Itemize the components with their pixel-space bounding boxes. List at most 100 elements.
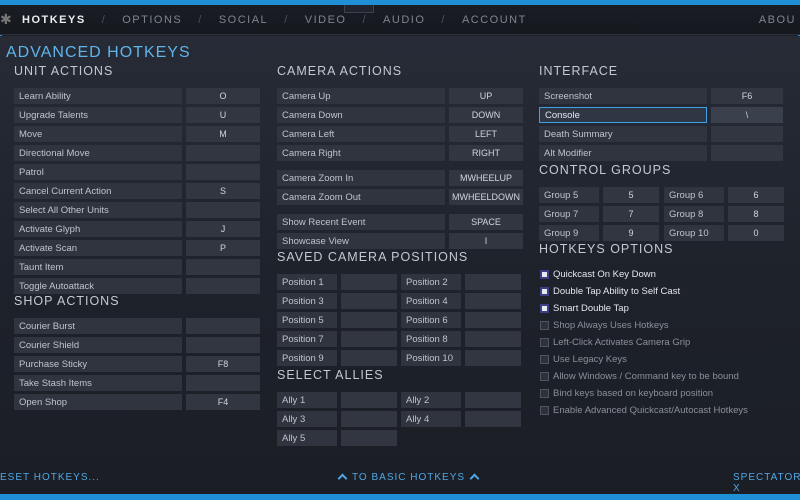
option-checkbox-row[interactable]: Enable Advanced Quickcast/Autocast Hotke…: [540, 403, 748, 417]
gear-icon[interactable]: ✱: [0, 11, 14, 28]
hotkey-row[interactable]: Select All Other Units: [14, 202, 260, 218]
hotkey-binding-button[interactable]: [711, 145, 783, 161]
hotkey-row[interactable]: Group 88: [664, 206, 784, 222]
hotkey-binding-button[interactable]: F8: [186, 356, 260, 372]
hotkey-row[interactable]: Take Stash Items: [14, 375, 260, 391]
tab-account[interactable]: ACCOUNT: [454, 14, 535, 26]
hotkey-binding-button[interactable]: M: [186, 126, 260, 142]
hotkey-row[interactable]: Ally 4: [401, 411, 521, 427]
spectator-button[interactable]: SPECTATOR X: [733, 472, 800, 494]
option-checkbox-row[interactable]: Use Legacy Keys: [540, 352, 627, 366]
hotkey-row[interactable]: Show Recent Event SPACE: [277, 214, 523, 230]
hotkey-binding-button[interactable]: S: [186, 183, 260, 199]
hotkey-binding-button[interactable]: P: [186, 240, 260, 256]
hotkey-binding-button[interactable]: MWHEELDOWN: [449, 189, 523, 205]
hotkey-row[interactable]: Directional Move: [14, 145, 260, 161]
hotkey-row[interactable]: Activate Glyph J: [14, 221, 260, 237]
hotkey-row[interactable]: Camera Zoom Out MWHEELDOWN: [277, 189, 523, 205]
hotkey-binding-button[interactable]: DOWN: [449, 107, 523, 123]
checkbox[interactable]: [540, 320, 549, 330]
hotkey-row[interactable]: Courier Shield: [14, 337, 260, 353]
checkbox[interactable]: [540, 269, 549, 279]
hotkey-row[interactable]: Open Shop F4: [14, 394, 260, 410]
hotkey-row[interactable]: Upgrade Talents U: [14, 107, 260, 123]
hotkey-row[interactable]: Group 66: [664, 187, 784, 203]
hotkey-binding-button[interactable]: RIGHT: [449, 145, 523, 161]
option-checkbox-row[interactable]: Smart Double Tap: [540, 301, 629, 315]
hotkey-row[interactable]: Camera Right RIGHT: [277, 145, 523, 161]
tab-about[interactable]: ABOU: [759, 14, 796, 26]
hotkey-binding-button[interactable]: [465, 350, 521, 366]
hotkey-row[interactable]: Ally 3: [277, 411, 397, 427]
hotkey-row[interactable]: Courier Burst: [14, 318, 260, 334]
hotkey-binding-button[interactable]: [186, 202, 260, 218]
option-checkbox-row[interactable]: Quickcast On Key Down: [540, 267, 656, 281]
hotkey-row[interactable]: Alt Modifier: [539, 145, 783, 161]
hotkey-binding-button[interactable]: [465, 331, 521, 347]
hotkey-binding-button[interactable]: [186, 278, 260, 294]
hotkey-binding-button[interactable]: [341, 274, 397, 290]
hotkey-row[interactable]: Camera Zoom In MWHEELUP: [277, 170, 523, 186]
checkbox[interactable]: [540, 388, 549, 398]
hotkey-row[interactable]: Taunt Item: [14, 259, 260, 275]
hotkey-row[interactable]: Position 2: [401, 274, 521, 290]
checkbox[interactable]: [540, 371, 549, 381]
tab-options[interactable]: OPTIONS: [114, 14, 190, 26]
hotkey-binding-button[interactable]: I: [449, 233, 523, 249]
hotkey-binding-button[interactable]: SPACE: [449, 214, 523, 230]
hotkey-row[interactable]: Purchase Sticky F8: [14, 356, 260, 372]
hotkey-binding-button[interactable]: [341, 350, 397, 366]
hotkey-binding-button[interactable]: [711, 126, 783, 142]
hotkey-row[interactable]: Camera Down DOWN: [277, 107, 523, 123]
hotkey-row[interactable]: Death Summary: [539, 126, 783, 142]
hotkey-row[interactable]: Position 9: [277, 350, 397, 366]
hotkey-binding-button[interactable]: [465, 293, 521, 309]
hotkey-binding-button[interactable]: 9: [603, 225, 659, 241]
hotkey-binding-button[interactable]: [186, 375, 260, 391]
checkbox[interactable]: [540, 303, 549, 313]
basic-hotkeys-button[interactable]: TO BASIC HOTKEYS: [333, 472, 484, 484]
hotkey-binding-button[interactable]: [186, 318, 260, 334]
option-checkbox-row[interactable]: Bind keys based on keyboard position: [540, 386, 713, 400]
hotkey-row[interactable]: Group 55: [539, 187, 659, 203]
hotkey-row[interactable]: Position 1: [277, 274, 397, 290]
hotkey-binding-button[interactable]: O: [186, 88, 260, 104]
hotkey-binding-button[interactable]: [341, 392, 397, 408]
option-checkbox-row[interactable]: Double Tap Ability to Self Cast: [540, 284, 680, 298]
hotkey-binding-button[interactable]: [186, 259, 260, 275]
hotkey-binding-button[interactable]: MWHEELUP: [449, 170, 523, 186]
hotkey-row[interactable]: Position 7: [277, 331, 397, 347]
hotkey-row[interactable]: Toggle Autoattack: [14, 278, 260, 294]
hotkey-binding-button[interactable]: 5: [603, 187, 659, 203]
option-checkbox-row[interactable]: Allow Windows / Command key to be bound: [540, 369, 739, 383]
hotkey-binding-button[interactable]: 0: [728, 225, 784, 241]
tab-hotkeys[interactable]: HOTKEYS: [14, 14, 94, 26]
hotkey-row[interactable]: Patrol: [14, 164, 260, 180]
checkbox[interactable]: [540, 405, 549, 415]
hotkey-binding-button[interactable]: [465, 274, 521, 290]
hotkey-row[interactable]: Position 8: [401, 331, 521, 347]
hotkey-binding-button[interactable]: [341, 331, 397, 347]
hotkey-row[interactable]: Console \: [539, 107, 783, 123]
tab-audio[interactable]: AUDIO: [375, 14, 433, 26]
hotkey-row[interactable]: Camera Up UP: [277, 88, 523, 104]
hotkey-row[interactable]: Group 99: [539, 225, 659, 241]
hotkey-binding-button[interactable]: 8: [728, 206, 784, 222]
hotkey-row[interactable]: Position 4: [401, 293, 521, 309]
hotkey-binding-button[interactable]: [341, 430, 397, 446]
hotkey-binding-button[interactable]: F4: [186, 394, 260, 410]
hotkey-binding-button[interactable]: \: [711, 107, 783, 123]
hotkey-row[interactable]: Position 10: [401, 350, 521, 366]
hotkey-binding-button[interactable]: [341, 411, 397, 427]
tab-video[interactable]: VIDEO: [297, 14, 355, 26]
hotkey-binding-button[interactable]: [465, 411, 521, 427]
hotkey-binding-button[interactable]: LEFT: [449, 126, 523, 142]
hotkey-row[interactable]: Move M: [14, 126, 260, 142]
hotkey-binding-button[interactable]: J: [186, 221, 260, 237]
hotkey-binding-button[interactable]: F6: [711, 88, 783, 104]
hotkey-binding-button[interactable]: [186, 337, 260, 353]
hotkey-row[interactable]: Learn Ability O: [14, 88, 260, 104]
hotkey-binding-button[interactable]: [186, 145, 260, 161]
hotkey-row[interactable]: Screenshot F6: [539, 88, 783, 104]
hotkey-row[interactable]: Showcase View I: [277, 233, 523, 249]
